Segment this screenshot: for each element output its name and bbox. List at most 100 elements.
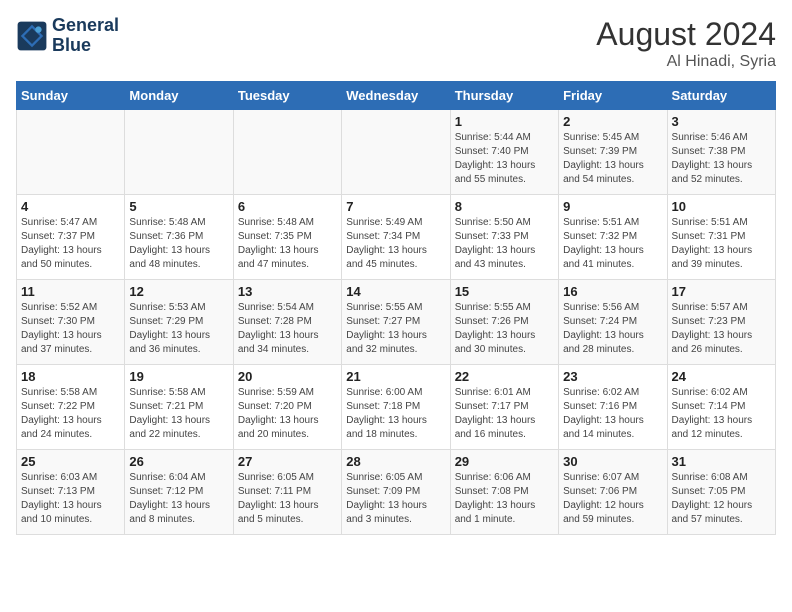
calendar-day-cell: 20Sunrise: 5:59 AM Sunset: 7:20 PM Dayli… [233, 365, 341, 450]
calendar-day-cell: 14 Sunrise: 5:55 AM Sunset: 7:27 PM Dayli… [342, 280, 450, 365]
day-number: 9 [563, 199, 662, 214]
day-number: 16 [563, 284, 662, 299]
day-number: 29 [455, 454, 554, 469]
day-info: Sunrise: 6:04 AM Sunset: 7:12 PM Dayligh… [129, 471, 228, 527]
calendar-day-cell: 9 Sunrise: 5:51 AM Sunset: 7:32 PM Daylig… [559, 195, 667, 280]
calendar-day-cell: 24 Sunrise: 6:02 AM Sunset: 7:14 PM Dayli… [667, 365, 775, 450]
calendar-day-cell: 31 Sunrise: 6:08 AM Sunset: 7:05 PM Dayli… [667, 450, 775, 535]
day-number: 3 [672, 114, 771, 129]
calendar-header-row: SundayMondayTuesdayWednesdayThursdayFrid… [17, 82, 776, 110]
day-info: Sunrise: 5:51 AM Sunset: 7:31 PM Dayligh… [672, 216, 771, 272]
day-number: 30 [563, 454, 662, 469]
calendar-day-cell [125, 110, 233, 195]
calendar-day-cell: 4 Sunrise: 5:47 AM Sunset: 7:37 PM Daylig… [17, 195, 125, 280]
day-of-week-header: Wednesday [342, 82, 450, 110]
calendar-day-cell: 3 Sunrise: 5:46 AM Sunset: 7:38 PM Daylig… [667, 110, 775, 195]
calendar-day-cell: 22 Sunrise: 6:01 AM Sunset: 7:17 PM Dayli… [450, 365, 558, 450]
day-info: Sunrise: 6:08 AM Sunset: 7:05 PM Dayligh… [672, 471, 771, 527]
calendar-day-cell: 28 Sunrise: 6:05 AM Sunset: 7:09 PM Dayli… [342, 450, 450, 535]
calendar-day-cell: 11 Sunrise: 5:52 AM Sunset: 7:30 PM Dayli… [17, 280, 125, 365]
day-info: Sunrise: 6:06 AM Sunset: 7:08 PM Dayligh… [455, 471, 554, 527]
day-number: 10 [672, 199, 771, 214]
day-info: Sunrise: 5:48 AM Sunset: 7:36 PM Dayligh… [129, 216, 228, 272]
day-info: Sunrise: 5:54 AM Sunset: 7:28 PM Dayligh… [238, 301, 337, 357]
day-number: 20 [238, 369, 337, 384]
day-info: Sunrise: 6:05 AM Sunset: 7:09 PM Dayligh… [346, 471, 445, 527]
calendar-day-cell [342, 110, 450, 195]
calendar-day-cell: 6Sunrise: 5:48 AM Sunset: 7:35 PM Daylig… [233, 195, 341, 280]
day-number: 23 [563, 369, 662, 384]
calendar-day-cell [233, 110, 341, 195]
calendar-day-cell: 27Sunrise: 6:05 AM Sunset: 7:11 PM Dayli… [233, 450, 341, 535]
day-number: 28 [346, 454, 445, 469]
calendar-day-cell: 18 Sunrise: 5:58 AM Sunset: 7:22 PM Dayli… [17, 365, 125, 450]
day-number: 14 [346, 284, 445, 299]
calendar-day-cell [17, 110, 125, 195]
calendar-table: SundayMondayTuesdayWednesdayThursdayFrid… [16, 81, 776, 535]
day-number: 15 [455, 284, 554, 299]
day-info: Sunrise: 5:53 AM Sunset: 7:29 PM Dayligh… [129, 301, 228, 357]
logo: General Blue [16, 16, 119, 56]
day-of-week-header: Friday [559, 82, 667, 110]
day-info: Sunrise: 5:56 AM Sunset: 7:24 PM Dayligh… [563, 301, 662, 357]
day-info: Sunrise: 5:50 AM Sunset: 7:33 PM Dayligh… [455, 216, 554, 272]
calendar-day-cell: 25 Sunrise: 6:03 AM Sunset: 7:13 PM Dayli… [17, 450, 125, 535]
day-number: 2 [563, 114, 662, 129]
logo-text: General Blue [52, 16, 119, 56]
day-info: Sunrise: 5:45 AM Sunset: 7:39 PM Dayligh… [563, 131, 662, 187]
day-of-week-header: Thursday [450, 82, 558, 110]
day-info: Sunrise: 5:46 AM Sunset: 7:38 PM Dayligh… [672, 131, 771, 187]
day-number: 7 [346, 199, 445, 214]
day-number: 1 [455, 114, 554, 129]
calendar-day-cell: 19 Sunrise: 5:58 AM Sunset: 7:21 PM Dayli… [125, 365, 233, 450]
title-area: August 2024 Al Hinadi, Syria [596, 16, 776, 71]
day-info: Sunrise: 5:58 AM Sunset: 7:22 PM Dayligh… [21, 386, 120, 442]
day-number: 22 [455, 369, 554, 384]
day-info: Sunrise: 5:51 AM Sunset: 7:32 PM Dayligh… [563, 216, 662, 272]
calendar-week-row: 1Sunrise: 5:44 AM Sunset: 7:40 PM Daylig… [17, 110, 776, 195]
calendar-week-row: 25 Sunrise: 6:03 AM Sunset: 7:13 PM Dayli… [17, 450, 776, 535]
day-number: 6 [238, 199, 337, 214]
day-info: Sunrise: 5:55 AM Sunset: 7:27 PM Dayligh… [346, 301, 445, 357]
day-info: Sunrise: 6:01 AM Sunset: 7:17 PM Dayligh… [455, 386, 554, 442]
day-info: Sunrise: 6:02 AM Sunset: 7:16 PM Dayligh… [563, 386, 662, 442]
day-number: 18 [21, 369, 120, 384]
month-year: August 2024 [596, 16, 776, 53]
day-number: 31 [672, 454, 771, 469]
calendar-day-cell: 12 Sunrise: 5:53 AM Sunset: 7:29 PM Dayli… [125, 280, 233, 365]
day-of-week-header: Sunday [17, 82, 125, 110]
day-of-week-header: Monday [125, 82, 233, 110]
location: Al Hinadi, Syria [596, 53, 776, 71]
calendar-day-cell: 8 Sunrise: 5:50 AM Sunset: 7:33 PM Daylig… [450, 195, 558, 280]
day-number: 25 [21, 454, 120, 469]
day-number: 13 [238, 284, 337, 299]
day-number: 17 [672, 284, 771, 299]
logo-icon [16, 20, 48, 52]
calendar-week-row: 11 Sunrise: 5:52 AM Sunset: 7:30 PM Dayli… [17, 280, 776, 365]
calendar-day-cell: 10 Sunrise: 5:51 AM Sunset: 7:31 PM Dayli… [667, 195, 775, 280]
calendar-day-cell: 17Sunrise: 5:57 AM Sunset: 7:23 PM Dayli… [667, 280, 775, 365]
day-info: Sunrise: 6:02 AM Sunset: 7:14 PM Dayligh… [672, 386, 771, 442]
day-info: Sunrise: 5:52 AM Sunset: 7:30 PM Dayligh… [21, 301, 120, 357]
day-of-week-header: Tuesday [233, 82, 341, 110]
day-number: 21 [346, 369, 445, 384]
day-info: Sunrise: 5:47 AM Sunset: 7:37 PM Dayligh… [21, 216, 120, 272]
calendar-day-cell: 5Sunrise: 5:48 AM Sunset: 7:36 PM Daylig… [125, 195, 233, 280]
day-info: Sunrise: 6:00 AM Sunset: 7:18 PM Dayligh… [346, 386, 445, 442]
calendar-day-cell: 2 Sunrise: 5:45 AM Sunset: 7:39 PM Daylig… [559, 110, 667, 195]
day-number: 4 [21, 199, 120, 214]
day-number: 8 [455, 199, 554, 214]
day-number: 24 [672, 369, 771, 384]
day-number: 19 [129, 369, 228, 384]
day-number: 27 [238, 454, 337, 469]
calendar-day-cell: 13 Sunrise: 5:54 AM Sunset: 7:28 PM Dayli… [233, 280, 341, 365]
calendar-day-cell: 26Sunrise: 6:04 AM Sunset: 7:12 PM Dayli… [125, 450, 233, 535]
day-info: Sunrise: 5:58 AM Sunset: 7:21 PM Dayligh… [129, 386, 228, 442]
day-info: Sunrise: 6:03 AM Sunset: 7:13 PM Dayligh… [21, 471, 120, 527]
day-number: 11 [21, 284, 120, 299]
calendar-day-cell: 15Sunrise: 5:55 AM Sunset: 7:26 PM Dayli… [450, 280, 558, 365]
calendar-day-cell: 30Sunrise: 6:07 AM Sunset: 7:06 PM Dayli… [559, 450, 667, 535]
calendar-week-row: 18 Sunrise: 5:58 AM Sunset: 7:22 PM Dayli… [17, 365, 776, 450]
calendar-day-cell: 16 Sunrise: 5:56 AM Sunset: 7:24 PM Dayli… [559, 280, 667, 365]
day-number: 12 [129, 284, 228, 299]
